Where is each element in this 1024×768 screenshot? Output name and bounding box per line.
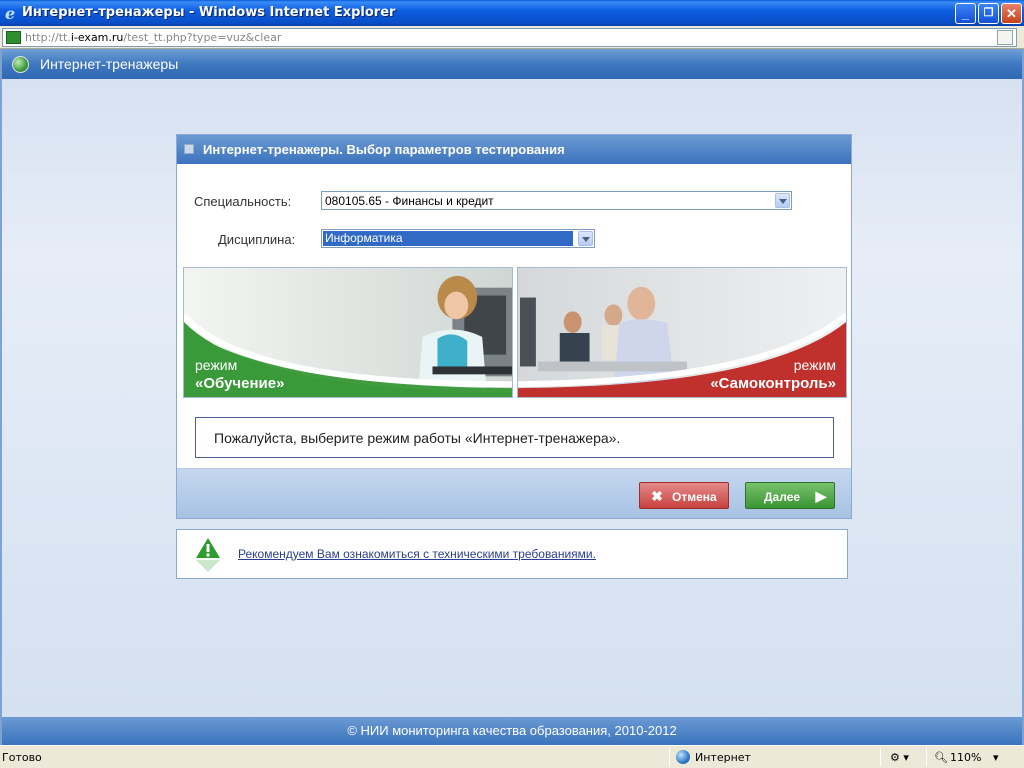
- learning-mode-caption: режим «Обучение»: [195, 357, 285, 392]
- panel-header: Интернет-тренажеры. Выбор параметров тес…: [177, 135, 851, 164]
- chevron-down-icon[interactable]: [578, 231, 593, 246]
- warning-triangle-icon: [196, 538, 220, 572]
- status-bar: Готово Интернет ⚙ ▾ 🔍︎ 110% ▾: [0, 745, 1024, 768]
- zoom-icon: 🔍︎: [934, 751, 948, 764]
- page-icon: [6, 31, 21, 44]
- panel-square-icon: [184, 144, 194, 154]
- app-header: Интернет-тренажеры: [2, 49, 1022, 79]
- specialty-label: Специальность:: [194, 194, 292, 209]
- app-header-title: Интернет-тренажеры: [40, 56, 179, 72]
- next-button[interactable]: Далее ▶: [745, 482, 835, 509]
- url-field[interactable]: http://tt.i-exam.ru/test_tt.php?type=vuz…: [2, 28, 1017, 47]
- self-control-mode-caption: режим «Самоконтроль»: [710, 357, 836, 392]
- restore-icon: ❐: [983, 7, 994, 19]
- mode-self-control-button[interactable]: режим «Самоконтроль»: [517, 267, 847, 398]
- window-title: Интернет-тренажеры - Windows Internet Ex…: [22, 5, 396, 20]
- copyright-footer: © НИИ мониторинга качества образования, …: [2, 717, 1022, 745]
- minimize-icon: _: [961, 6, 970, 21]
- zoom-level[interactable]: 110%: [950, 751, 981, 764]
- status-separator: [880, 748, 881, 766]
- svg-text:e: e: [5, 5, 15, 21]
- next-label: Далее: [764, 490, 801, 504]
- play-arrow-icon: ▶: [815, 488, 827, 504]
- instruction-text: Пожалуйста, выберите режим работы «Интер…: [214, 430, 621, 446]
- compatibility-view-icon[interactable]: [997, 30, 1013, 45]
- specialty-select[interactable]: 080105.65 - Финансы и кредит: [321, 191, 792, 210]
- panel-title: Интернет-тренажеры. Выбор параметров тес…: [203, 142, 565, 157]
- discipline-label: Дисциплина:: [218, 232, 296, 247]
- panel-actions: ✖ Отмена Далее ▶: [177, 468, 851, 518]
- url-text[interactable]: http://tt.i-exam.ru/test_tt.php?type=vuz…: [25, 31, 281, 44]
- instruction-message: Пожалуйста, выберите режим работы «Интер…: [195, 417, 834, 458]
- cancel-label: Отмена: [672, 490, 717, 504]
- cancel-button[interactable]: ✖ Отмена: [639, 482, 729, 509]
- minimize-button[interactable]: _: [955, 3, 976, 24]
- discipline-select[interactable]: Информатика: [321, 229, 595, 248]
- zoom-dropdown-icon[interactable]: ▾: [993, 751, 999, 764]
- protected-mode-icon[interactable]: ⚙ ▾: [890, 751, 909, 764]
- status-separator: [926, 748, 927, 766]
- zone-text: Интернет: [695, 751, 751, 764]
- mode-learning-button[interactable]: режим «Обучение»: [183, 267, 513, 398]
- globe-icon: [12, 56, 29, 73]
- test-parameters-panel: Интернет-тренажеры. Выбор параметров тес…: [176, 134, 852, 519]
- status-separator: [669, 748, 670, 766]
- window-title-bar: e Интернет-тренажеры - Windows Internet …: [0, 0, 1024, 26]
- close-icon: ✕: [1006, 6, 1017, 21]
- discipline-value: Информатика: [323, 231, 573, 246]
- address-bar: http://tt.i-exam.ru/test_tt.php?type=vuz…: [0, 26, 1024, 49]
- requirements-tip: Рекомендуем Вам ознакомиться с техническ…: [176, 529, 848, 579]
- requirements-link[interactable]: Рекомендуем Вам ознакомиться с техническ…: [238, 547, 596, 561]
- specialty-value: 080105.65 - Финансы и кредит: [325, 194, 494, 208]
- maximize-button[interactable]: ❐: [978, 3, 999, 24]
- close-x-icon: ✖: [651, 488, 663, 504]
- internet-explorer-icon: e: [5, 5, 15, 21]
- close-button[interactable]: ✕: [1001, 3, 1022, 24]
- status-text: Готово: [2, 751, 42, 764]
- page-content: Интернет-тренажеры Интернет-тренажеры. В…: [0, 49, 1024, 745]
- chevron-down-icon[interactable]: [775, 193, 790, 208]
- internet-zone-icon: [676, 750, 690, 764]
